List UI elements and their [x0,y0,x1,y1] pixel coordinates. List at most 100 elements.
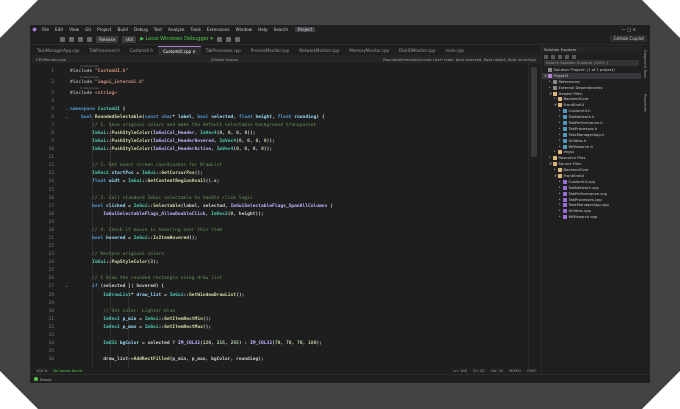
project-badge[interactable]: Project [295,27,316,32]
menu-item-project[interactable]: Project [94,27,114,32]
code-line[interactable]: bool hovered = ImGui::IsItemHovered(); [70,236,197,241]
menu-item-tools[interactable]: Tools [188,27,204,32]
tree-item[interactable]: ▸ WMIsearch.cpp [542,214,641,220]
file-icon [563,209,567,214]
breakpoint-icon[interactable] [234,36,240,42]
tab-tabprocesses-cpp[interactable]: TabProcesses.cpp [201,46,246,55]
menu-item-build[interactable]: Build [114,27,131,32]
codelens-hint[interactable]: 0 references [80,86,99,90]
tab-main-cpp[interactable]: main.cpp [440,46,469,55]
fold-toggle-icon[interactable]: − [65,284,68,289]
member-dropdown[interactable]: RoundedSelectable(const char* label, boo… [383,57,536,62]
global-scope-dropdown[interactable]: (Global Scope) [211,57,239,62]
fold-toggle-icon[interactable]: − [65,115,68,120]
tab-networkmonitor-cpp[interactable]: NetworkMonitor.cpp [294,46,344,55]
code-line[interactable]: #include <string> [70,91,117,96]
line-number: 10 [48,147,54,153]
code-line[interactable]: // 1. Save original colors and make the … [70,123,316,128]
tab-taskmanagerapp-cpp[interactable]: TaskManagerApp.cpp [32,46,85,55]
code-line[interactable]: // Set color: Lighter blue [70,309,175,314]
tab-customui-h[interactable]: CustomUI.h [125,46,158,55]
code-token: GetWindowDrawList [189,292,237,298]
code-line[interactable]: // 5 Draw the rounded rectangle using dr… [70,276,222,281]
code-line[interactable]: draw_list->AddRectFilled(p_min, p_max, b… [70,357,263,362]
menu-item-analyze[interactable]: Analyze [165,27,188,32]
code-line[interactable]: if (selected || hovered) { [70,284,164,289]
menu-item-test[interactable]: Test [151,27,165,32]
code-line[interactable]: ImVec2 startPos = ImGui::GetCursorPos(); [70,171,203,176]
menu-item-git[interactable]: Git [82,27,94,32]
menu-item-help[interactable]: Help [255,27,271,32]
code-line[interactable]: bool clicked = ImGui::Selectable(label, … [70,204,333,209]
code-line[interactable]: ImGui::PopStyleColor(3); [70,260,158,265]
tab-diskiomonitor-cpp[interactable]: DiskIOMonitor.cpp [394,46,440,55]
code-line[interactable]: bool RoundedSelectable(const char* label… [70,115,325,120]
configuration-select[interactable]: Release [96,35,119,43]
whitespace-mode[interactable]: MIXED [509,369,521,373]
code-editor[interactable]: 1 2 3 4 5 6 7 8 9 10 11 12 13 14 15 16 17 18 19 20 21 22 23 24 2… [32,63,540,373]
home-icon[interactable] [544,54,548,59]
menu-item-file[interactable]: File [39,27,52,32]
window-controls[interactable]: — □ ✕ [622,27,650,32]
diagnostic-tools-tab[interactable]: Diagnostic Tools [643,50,647,78]
forward-icon[interactable] [69,36,74,42]
code-line[interactable]: // 4. Check if mouse is hovering over th… [70,228,222,233]
line-number: 26 [48,276,54,282]
tab-tabprocesses-h[interactable]: TabProcesses.h [85,46,125,55]
solution-search-input[interactable]: Search Solution Explorer (Ctrl+;) [544,60,639,66]
code-line[interactable]: ImGui::PushStyleColor(ImGuiCol_HeaderAct… [70,147,272,152]
line-number: 32 [48,324,54,330]
settings-icon[interactable] [572,54,576,59]
scrollbar-thumb[interactable] [531,67,537,157]
code-line[interactable]: // 3. Call standard ImGui selectable to … [70,196,252,201]
code-line[interactable]: ImVec2 p_max = ImGui::GetItemRectMax(); [70,325,211,330]
fold-toggle-icon[interactable]: − [65,107,68,112]
code-line[interactable]: #include "CustomUI.h" [70,69,128,74]
code-line[interactable]: #include "imgui_internal.h" [70,80,145,85]
line-number: 35 [48,349,54,355]
tab-processmonitor-cpp[interactable]: ProcessMonitor.cpp [246,46,295,55]
code-line[interactable]: ImVec2 p_min = ImGui::GetItemRectMin(); [70,317,211,322]
file-scope-dropdown[interactable]: CPUMonitor.cpp [36,57,66,62]
line-ending[interactable]: CRLF [527,369,536,373]
code-line[interactable]: // Restore original colors [70,252,164,257]
sync-icon[interactable] [551,54,555,59]
code-token: ImVec4 [219,139,237,145]
attach-icon[interactable] [216,36,222,42]
menu-item-debug[interactable]: Debug [131,27,151,32]
code-line[interactable]: ImDrawList* draw_list = ImGui::GetWindow… [70,293,244,298]
code-token: CustomUI [97,106,123,112]
back-icon[interactable] [60,36,65,42]
collapse-icon[interactable] [565,54,569,59]
code-line[interactable]: ImGui::PushStyleColor(ImGuiCol_Header, I… [70,131,255,136]
search-menu[interactable]: Search [271,27,291,32]
code-line[interactable]: float widt = ImGui::GetContentRegionAvai… [70,179,219,184]
restart-icon[interactable] [225,36,231,42]
tab-customui-cpp[interactable]: CustomUI.cpp ✕ [158,46,201,55]
codelens-hint[interactable]: 0 references [80,64,99,68]
code-line[interactable]: ImGuiSelectableFlags_AllowDoubleClick, I… [70,212,264,217]
menu-item-extensions[interactable]: Extensions [204,27,233,32]
undo-icon[interactable] [87,36,92,42]
menu-item-window[interactable]: Window [233,27,256,32]
code-line[interactable]: // 2. Get exact screen coordinates for D… [70,163,222,168]
vertical-scrollbar[interactable] [528,63,538,373]
properties-tab[interactable]: Properties [643,94,647,112]
save-icon[interactable] [78,36,83,42]
menu-item-edit[interactable]: Edit [52,27,66,32]
issues-indicator[interactable]: No issues found [53,369,82,373]
menu-items: File Edit View Git Project Build Debug Test Anal… [39,27,271,32]
line-number: 21 [48,236,54,241]
zoom-level[interactable]: 100 % [36,369,47,373]
copilot-button[interactable]: GitHub Copilot [610,35,647,42]
line-number: 30 [48,308,54,314]
code-line[interactable]: namespace CustomUI { [70,107,125,112]
code-line[interactable]: ImGui::PushStyleColor(ImGuiCol_HeaderHov… [70,139,275,144]
start-debugging-button[interactable]: ▶ Local Windows Debugger ▾ [140,36,213,42]
tab-memorymonitor-cpp[interactable]: MemoryMonitor.cpp [344,46,394,55]
menu-item-view[interactable]: View [66,27,82,32]
refresh-icon[interactable] [558,54,562,59]
code-line[interactable]: ImU32 bgColor = selected ? IM_COL32(120,… [70,341,322,346]
platform-select[interactable]: x64 [122,35,137,43]
codelens-hint[interactable]: 0 references [80,75,99,79]
